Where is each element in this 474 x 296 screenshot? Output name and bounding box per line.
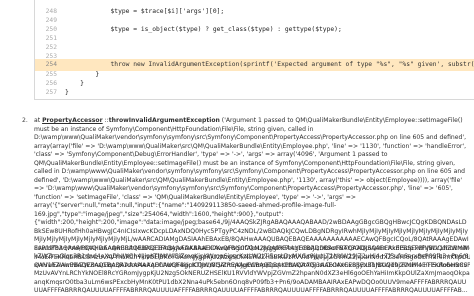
line-number: 257 bbox=[45, 89, 57, 96]
trace-prefix: at bbox=[34, 117, 43, 124]
trace-entry-number: 2. bbox=[22, 117, 28, 124]
line-source: } bbox=[65, 89, 69, 96]
base64-data-row: lMoEIFEKRobHBCSMzUvAVYnLRChYkNOEl8RcYGRo… bbox=[34, 253, 470, 261]
base64-data-row: xWV1hZWmNkZWZnaGlqc3R1dnd4eXqDhIWGh4iJip… bbox=[34, 262, 470, 269]
source-code-panel: 248 $type = $trace[$i]['args'][0]; 249 250… bbox=[34, 0, 474, 100]
trace-method-name: throwInvalidArgumentException bbox=[108, 117, 220, 124]
base64-image-data: 8vP09fb3+Pn6/8QAHwEAAwEBAQEBAQEBAQAAAAAA… bbox=[34, 245, 470, 271]
base64-data-row: 8vP09fb3+Pn6/8QAHwEAAwEBAQEBAQEBAQAAAAAA… bbox=[34, 245, 470, 252]
code-line: 257} bbox=[35, 87, 474, 99]
trace-class-link[interactable]: PropertyAccessor bbox=[42, 117, 103, 124]
